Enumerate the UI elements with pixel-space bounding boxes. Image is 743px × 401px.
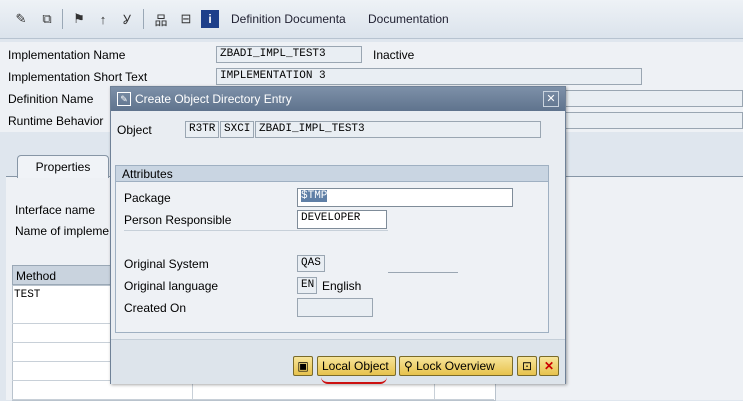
definition-name-label: Definition Name bbox=[8, 92, 94, 106]
impl-name-label: Implementation Name bbox=[8, 48, 126, 62]
cancel-icon[interactable]: ✕ bbox=[539, 356, 559, 376]
attributes-title: Attributes bbox=[116, 166, 548, 182]
check-icon[interactable]: ⚑ bbox=[70, 10, 88, 28]
object-label: Object bbox=[117, 123, 152, 137]
package-label: Package bbox=[124, 191, 171, 205]
method-row-test[interactable]: TEST bbox=[14, 289, 40, 301]
short-text-field[interactable]: IMPLEMENTATION 3 bbox=[216, 68, 642, 85]
definition-documentation-button[interactable]: Definition Documenta bbox=[231, 12, 346, 26]
create-object-directory-dialog: ✎ Create Object Directory Entry ✕ Object… bbox=[110, 86, 566, 384]
package-value: $TMP bbox=[301, 190, 328, 202]
print-icon[interactable]: ⊟ bbox=[177, 10, 195, 28]
method-column-header[interactable]: Method bbox=[12, 265, 112, 285]
other-object-icon[interactable]: ⧉ bbox=[38, 10, 56, 28]
original-language-field[interactable]: EN bbox=[297, 277, 317, 294]
dialog-titlebar[interactable]: ✎ Create Object Directory Entry ✕ bbox=[111, 87, 565, 111]
status-text: Inactive bbox=[373, 48, 415, 62]
toolbar-separator bbox=[143, 9, 144, 29]
toolbar-separator bbox=[62, 9, 63, 29]
original-system-field[interactable]: QAS bbox=[297, 255, 325, 272]
definition-name-field[interactable] bbox=[564, 90, 743, 107]
red-underline-annotation bbox=[321, 377, 387, 384]
created-on-label: Created On bbox=[124, 301, 187, 315]
activate-icon[interactable]: ↑ bbox=[94, 10, 112, 28]
divider bbox=[124, 230, 388, 231]
local-object-label: Local Object bbox=[322, 359, 389, 373]
lock-overview-button[interactable]: ⚲ Lock Overview bbox=[399, 356, 513, 376]
save-icon[interactable]: ▣ bbox=[293, 356, 313, 376]
short-text-label: Implementation Short Text bbox=[8, 70, 148, 84]
original-system-label: Original System bbox=[124, 257, 209, 271]
original-language-label: Original language bbox=[124, 279, 219, 293]
runtime-behavior-field[interactable] bbox=[564, 112, 743, 129]
name-of-impl-label: Name of impleme bbox=[15, 224, 110, 238]
hierarchy-icon[interactable]: 品 bbox=[152, 10, 170, 28]
person-responsible-label: Person Responsible bbox=[124, 213, 232, 227]
interface-name-label: Interface name bbox=[15, 203, 96, 217]
object-pgmid-field[interactable]: R3TR bbox=[185, 121, 219, 138]
attributes-group: Attributes Package $TMP Person Responsib… bbox=[115, 165, 549, 333]
package-input[interactable]: $TMP bbox=[297, 188, 513, 207]
documentation-button[interactable]: Documentation bbox=[368, 12, 449, 26]
info-icon[interactable]: i bbox=[201, 10, 219, 28]
object-name-field[interactable]: ZBADI_IMPL_TEST3 bbox=[255, 121, 541, 138]
runtime-behavior-label: Runtime Behavior bbox=[8, 114, 104, 128]
test-icon[interactable]: Ỿ bbox=[118, 10, 136, 28]
other-directory-icon[interactable]: ⊡ bbox=[517, 356, 537, 376]
impl-name-field[interactable]: ZBADI_IMPL_TEST3 bbox=[216, 46, 362, 63]
dialog-app-icon: ✎ bbox=[117, 92, 131, 106]
object-type-field[interactable]: SXCI bbox=[220, 121, 254, 138]
created-on-field[interactable] bbox=[297, 298, 373, 317]
tab-properties[interactable]: Properties bbox=[17, 155, 109, 178]
person-responsible-input[interactable]: DEVELOPER bbox=[297, 210, 387, 229]
local-object-button[interactable]: Local Object bbox=[317, 356, 396, 376]
original-language-name: English bbox=[322, 279, 362, 293]
lock-overview-label: Lock Overview bbox=[416, 359, 495, 373]
dialog-title: Create Object Directory Entry bbox=[135, 92, 292, 106]
system-description-line bbox=[388, 272, 458, 273]
application-toolbar: ✎ ⧉ ⚑ ↑ Ỿ 品 ⊟ i Definition Documenta Doc… bbox=[0, 0, 743, 39]
lock-overview-icon: ⚲ bbox=[404, 359, 417, 373]
display-change-icon[interactable]: ✎ bbox=[12, 10, 30, 28]
close-icon[interactable]: ✕ bbox=[543, 91, 559, 107]
